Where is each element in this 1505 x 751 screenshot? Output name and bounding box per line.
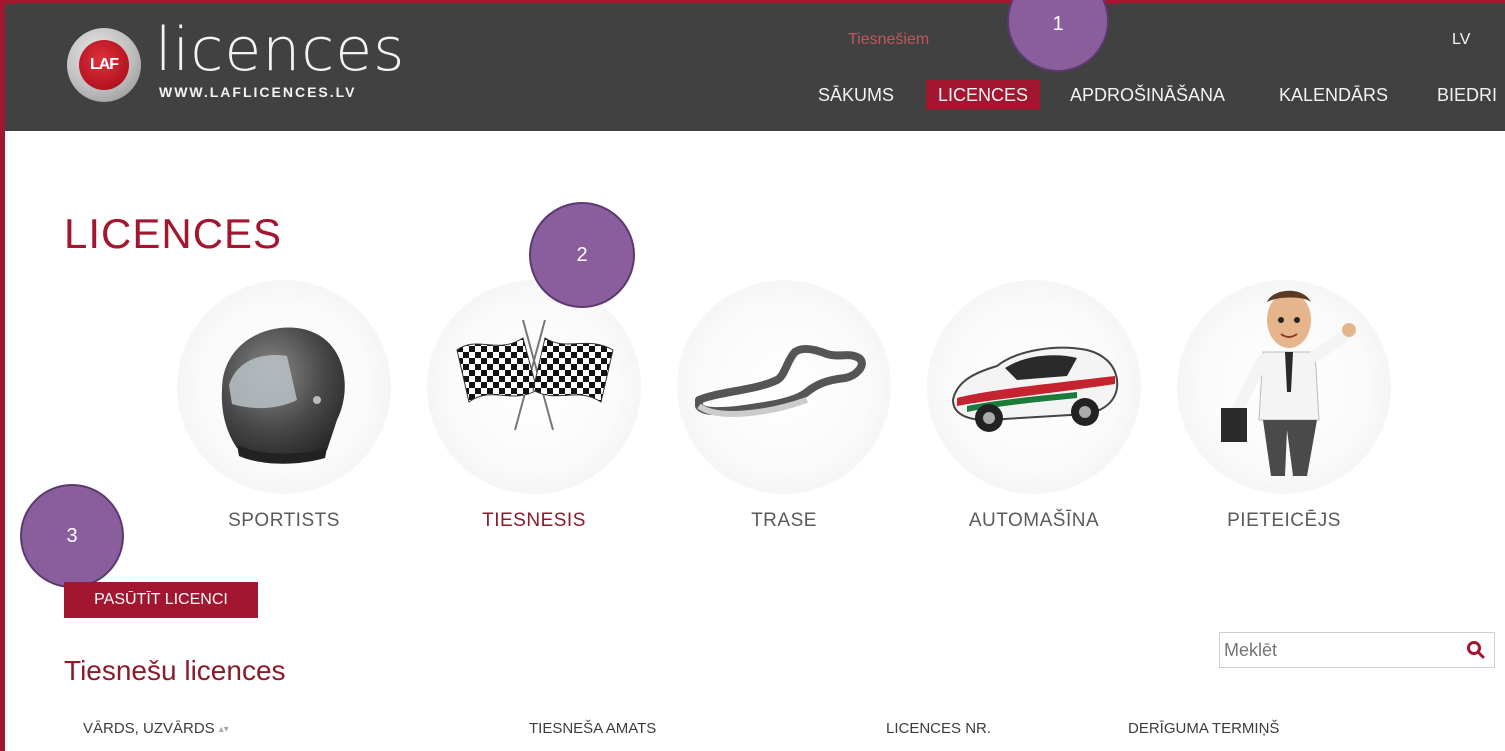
category-circle xyxy=(677,280,891,494)
language-switch[interactable]: LV xyxy=(1452,31,1470,49)
site-header: LAF licences WWW.LAFLICENCES.LV Tiesneši… xyxy=(5,4,1505,131)
category-circle xyxy=(177,280,391,494)
annotation-badge-2: 2 xyxy=(529,202,635,308)
logo-mark-text: LAF xyxy=(79,40,129,90)
category-tiesnesis[interactable]: TIESNESIS xyxy=(427,280,641,531)
nav-item-kalendars[interactable]: KALENDĀRS xyxy=(1279,80,1388,110)
annotation-badge-3: 3 xyxy=(20,484,124,588)
search-icon[interactable] xyxy=(1466,640,1486,660)
judges-link[interactable]: Tiesnešiem xyxy=(848,31,929,49)
column-header-validity: DERĪGUMA TERMIŅŠ xyxy=(1128,720,1280,737)
category-pieteicejs[interactable]: PIETEICĒJS xyxy=(1177,280,1391,531)
logo-url: WWW.LAFLICENCES.LV xyxy=(159,84,357,100)
logo-wordmark: licences xyxy=(155,15,406,85)
rally-car-icon xyxy=(951,346,1119,432)
column-header-label: VĀRDS, UZVĀRDS xyxy=(83,720,215,737)
category-label: TIESNESIS xyxy=(482,510,586,531)
search-box xyxy=(1219,632,1495,668)
site-logo[interactable]: LAF licences WWW.LAFLICENCES.LV xyxy=(65,16,404,112)
race-track-icon xyxy=(695,344,866,417)
column-header-position: TIESNEŠA AMATS xyxy=(529,720,657,737)
section-title: Tiesnešu licences xyxy=(64,655,286,686)
category-circle xyxy=(1177,280,1391,494)
column-header-license-nr: LICENCES NR. xyxy=(886,720,992,737)
category-automasina[interactable]: AUTOMAŠĪNA xyxy=(927,280,1141,531)
nav-item-sakums[interactable]: SĀKUMS xyxy=(818,80,894,110)
category-label: PIETEICĒJS xyxy=(1227,510,1341,531)
category-label: SPORTISTS xyxy=(228,510,340,531)
sort-icon: ▴▾ xyxy=(218,724,229,735)
helmet-icon xyxy=(221,327,345,464)
category-circle xyxy=(927,280,1141,494)
category-circle xyxy=(427,280,641,494)
nav-item-licences[interactable]: LICENCES xyxy=(926,80,1041,110)
laf-logo-icon: LAF xyxy=(67,28,141,102)
nav-item-biedri[interactable]: BIEDRI xyxy=(1437,80,1497,110)
category-label: TRASE xyxy=(751,510,817,531)
category-label: AUTOMAŠĪNA xyxy=(968,510,1100,531)
search-input[interactable] xyxy=(1220,633,1454,667)
nav-item-apdrosinasana[interactable]: APDROŠINĀŠANA xyxy=(1070,80,1225,110)
category-trase[interactable]: TRASE xyxy=(677,280,891,531)
businessman-icon xyxy=(1221,290,1356,476)
category-sportists[interactable]: SPORTISTS xyxy=(177,280,391,531)
order-license-button[interactable]: PASŪTĪT LICENCI xyxy=(64,582,258,618)
page-title: LICENCES xyxy=(64,210,283,258)
column-header-name[interactable]: VĀRDS, UZVĀRDS ▴▾ xyxy=(83,720,229,737)
checkered-flags-icon xyxy=(456,319,614,431)
